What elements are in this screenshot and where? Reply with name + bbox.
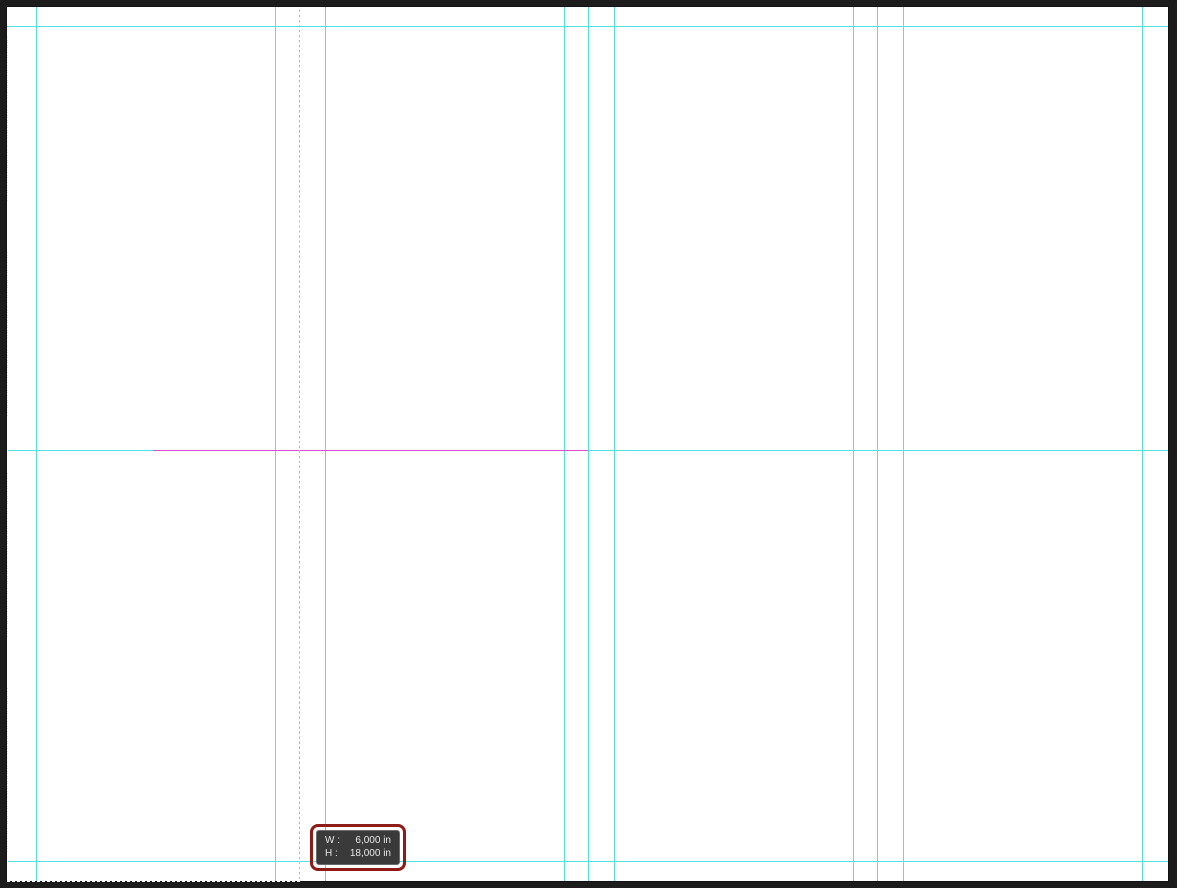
guide-vertical[interactable] (903, 7, 904, 881)
tooltip-height-value: 18,000 in (349, 847, 391, 860)
guide-vertical[interactable] (325, 7, 326, 881)
selection-marquee[interactable] (7, 7, 300, 882)
guide-vertical[interactable] (877, 7, 878, 881)
tooltip-width-value: 6,000 in (349, 834, 391, 847)
tooltip-width-label: W : (325, 834, 343, 847)
guide-vertical[interactable] (588, 7, 589, 881)
guide-vertical[interactable] (614, 7, 615, 881)
measurement-tooltip-highlight: W : 6,000 in H : 18,000 in (310, 824, 406, 871)
guide-vertical[interactable] (564, 7, 565, 881)
pasteboard: W : 6,000 in H : 18,000 in (0, 0, 1177, 888)
tooltip-height-label: H : (325, 847, 343, 860)
document-page[interactable] (7, 7, 1168, 881)
guide-vertical[interactable] (853, 7, 854, 881)
measurement-tooltip: W : 6,000 in H : 18,000 in (316, 830, 400, 865)
guide-vertical[interactable] (1142, 7, 1143, 881)
